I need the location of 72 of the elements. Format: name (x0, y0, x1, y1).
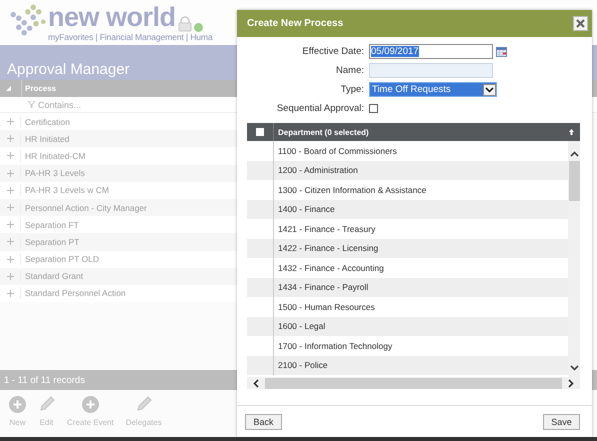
plus-icon[interactable] (6, 186, 14, 194)
plus-icon[interactable] (6, 238, 14, 246)
plus-icon[interactable] (6, 152, 14, 160)
plus-icon[interactable] (6, 221, 14, 228)
dialog-title: Create New Process (247, 18, 344, 29)
table-cell[interactable]: Separation FT (21, 220, 79, 230)
plus-icon[interactable] (6, 204, 14, 212)
pencil-icon (38, 396, 55, 413)
table-cell[interactable]: Separation PT OLD (21, 254, 100, 264)
table-cell[interactable]: Certification (21, 116, 70, 127)
plus-icon[interactable] (6, 256, 14, 263)
chevron-down-icon (483, 84, 496, 96)
field-label: Effective Date: (301, 46, 365, 57)
record-count: 1 - 11 of 11 records (4, 374, 85, 386)
back-button[interactable]: Back (245, 414, 282, 430)
chevron-left-icon (253, 378, 259, 388)
table-cell[interactable]: 1500 - Human Resources (274, 302, 375, 312)
table-cell[interactable]: 1600 - Legal (274, 321, 326, 332)
filter-icon (28, 101, 35, 108)
table-cell[interactable]: PA-HR 3 Levels (21, 168, 85, 178)
table-cell[interactable]: 1434 - Finance - Payroll (274, 282, 368, 292)
table-cell[interactable]: 1422 - Finance - Licensing (274, 243, 378, 254)
add-button[interactable]: Create Event (64, 396, 117, 432)
type-dropdown[interactable]: Time Off Requests (369, 82, 497, 97)
date-field[interactable]: 05/09/2017 (369, 44, 493, 59)
status-dot-icon (194, 23, 203, 32)
plus-icon[interactable] (6, 170, 14, 177)
edit-button[interactable]: Delegates (122, 396, 165, 432)
add-button[interactable]: New (6, 396, 29, 432)
vertical-scrollbar[interactable] (568, 141, 580, 377)
scroll-thumb[interactable] (568, 161, 580, 201)
field-label: Type: (340, 84, 365, 95)
chevron-down-icon (570, 365, 578, 371)
lock-icon (178, 16, 192, 32)
table-cell[interactable]: 1400 - Finance (274, 204, 335, 214)
field-label: Name: (335, 65, 365, 76)
calendar-icon[interactable] (496, 46, 507, 56)
chevron-right-icon (568, 378, 574, 388)
table-cell[interactable]: 1700 - Information Technology (274, 340, 392, 351)
table-cell[interactable]: HR Initiated (21, 134, 70, 144)
logo-text: new world (48, 2, 176, 32)
page-title: Approval Manager (7, 61, 130, 78)
plus-circle-icon (82, 396, 99, 413)
nav-links[interactable]: myFavorites | Financial Management | Huma (48, 32, 213, 42)
save-button[interactable]: Save (543, 414, 580, 430)
plus-circle-icon (9, 396, 26, 413)
plus-icon[interactable] (6, 135, 14, 142)
plus-icon[interactable] (6, 272, 14, 280)
plus-icon[interactable] (6, 118, 14, 126)
field-label: Sequential Approval: (276, 103, 365, 114)
table-cell[interactable]: 1200 - Administration (274, 165, 358, 176)
table-cell[interactable]: HR Initiated-CM (21, 150, 86, 161)
table-cell[interactable]: Standard Grant (21, 271, 84, 282)
table-cell[interactable]: Separation PT (21, 236, 80, 247)
sort-icon[interactable] (569, 129, 574, 135)
table-cell[interactable]: 1421 - Finance - Treasury (274, 224, 376, 234)
pencil-icon (135, 396, 152, 413)
table-cell[interactable]: 2100 - Police (274, 360, 328, 370)
edit-button[interactable]: Edit (35, 396, 58, 432)
name-field[interactable] (369, 63, 493, 78)
checkbox[interactable] (369, 104, 378, 113)
close-icon (576, 19, 585, 28)
table-cell[interactable]: 1300 - Citizen Information & Assistance (274, 184, 426, 195)
horizontal-scrollbar[interactable] (247, 377, 580, 389)
table-cell[interactable]: 1432 - Finance - Accounting (274, 262, 384, 273)
filter-field[interactable]: Contains... (24, 97, 237, 112)
plus-icon[interactable] (6, 290, 14, 297)
scroll-thumb[interactable] (265, 378, 562, 388)
chevron-up-icon (570, 151, 578, 157)
select-all-checkbox[interactable] (256, 128, 264, 136)
table-cell[interactable]: 1100 - Board of Commissioners (274, 146, 397, 156)
close-button[interactable] (573, 16, 588, 31)
